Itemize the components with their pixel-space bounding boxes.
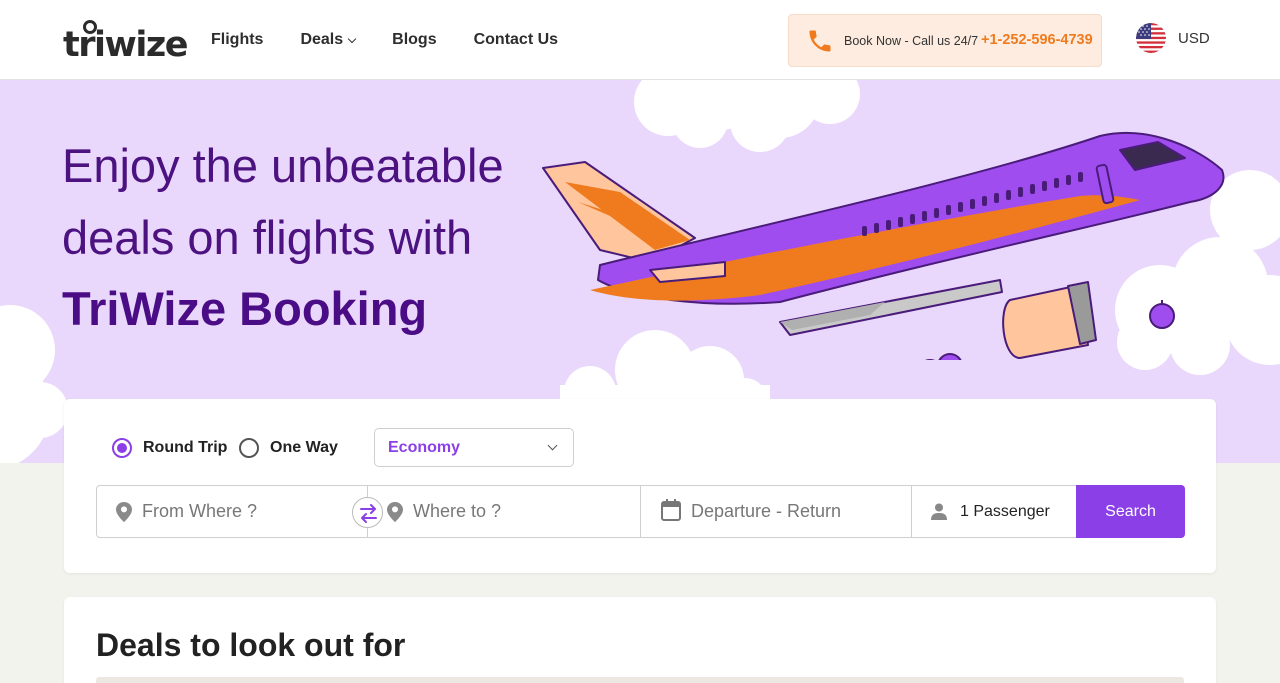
logo-wordmark: triwize (63, 25, 188, 65)
search-fields-row: From Where ? Where to ? Departure - Retu… (96, 485, 1185, 538)
round-trip-label: Round Trip (143, 439, 228, 456)
swap-arrows-icon (360, 504, 377, 523)
location-pin-icon (116, 502, 132, 522)
hero-heading-line-1: Enjoy the unbeatable (62, 139, 504, 192)
to-placeholder: Where to ? (413, 501, 502, 521)
nav-label: Flights (211, 31, 264, 48)
one-way-label: One Way (270, 439, 338, 456)
deals-heading: Deals to look out for (96, 627, 406, 663)
dates-placeholder: Departure - Return (691, 501, 842, 521)
person-icon (931, 503, 947, 520)
cabin-class-value: Economy (388, 438, 461, 456)
nav-label: Blogs (392, 31, 437, 48)
deals-section: Deals to look out for (64, 597, 1216, 683)
one-way-radio[interactable]: One Way (239, 438, 338, 458)
nav-label: Deals (300, 31, 344, 48)
radio-selected-icon (112, 438, 132, 458)
airplane-illustration (542, 131, 1225, 360)
us-flag-icon[interactable] (1136, 23, 1166, 53)
deals-carousel-preview (96, 677, 1184, 683)
nav-item-flights[interactable]: Flights (211, 30, 263, 50)
main-nav: Flights Deals Blogs Contact Us (211, 30, 595, 50)
hero-heading-line-2: deals on flights with (62, 211, 473, 264)
location-pin-icon (387, 502, 403, 522)
passenger-selector[interactable]: 1 Passenger (912, 486, 1076, 537)
flight-search-form: Round Trip One Way Economy From Where ? … (64, 399, 1216, 573)
nav-item-deals[interactable]: Deals (300, 30, 357, 50)
call-phone-number[interactable]: +1-252-596-4739 (981, 32, 1093, 48)
round-trip-radio[interactable]: Round Trip (112, 438, 227, 458)
from-placeholder: From Where ? (142, 501, 258, 521)
from-where-input[interactable]: From Where ? (97, 486, 368, 537)
triwize-logo[interactable]: triwize (63, 20, 188, 63)
nav-item-contact-us[interactable]: Contact Us (474, 30, 558, 50)
cabin-class-select[interactable]: Economy (374, 428, 574, 467)
hero-heading-brand: TriWize Booking (62, 282, 428, 335)
call-now-box[interactable]: Book Now - Call us 24/7 +1-252-596-4739 (788, 14, 1102, 67)
departure-return-input[interactable]: Departure - Return (641, 486, 912, 537)
passenger-count: 1 Passenger (960, 502, 1050, 520)
currency-selector[interactable]: USD (1178, 30, 1210, 47)
call-text: Book Now - Call us 24/7 (844, 34, 979, 48)
phone-icon (809, 30, 831, 52)
where-to-input[interactable]: Where to ? (368, 486, 641, 537)
nav-label: Contact Us (473, 31, 559, 48)
chevron-down-icon (547, 440, 558, 451)
site-header: triwize Flights Deals Blogs Contact Us B… (0, 0, 1280, 80)
calendar-icon (661, 499, 681, 521)
swap-locations-button[interactable] (352, 497, 383, 528)
chevron-down-icon (347, 34, 357, 43)
nav-item-blogs[interactable]: Blogs (392, 30, 436, 50)
search-button[interactable]: Search (1076, 485, 1185, 538)
radio-unselected-icon (239, 438, 259, 458)
